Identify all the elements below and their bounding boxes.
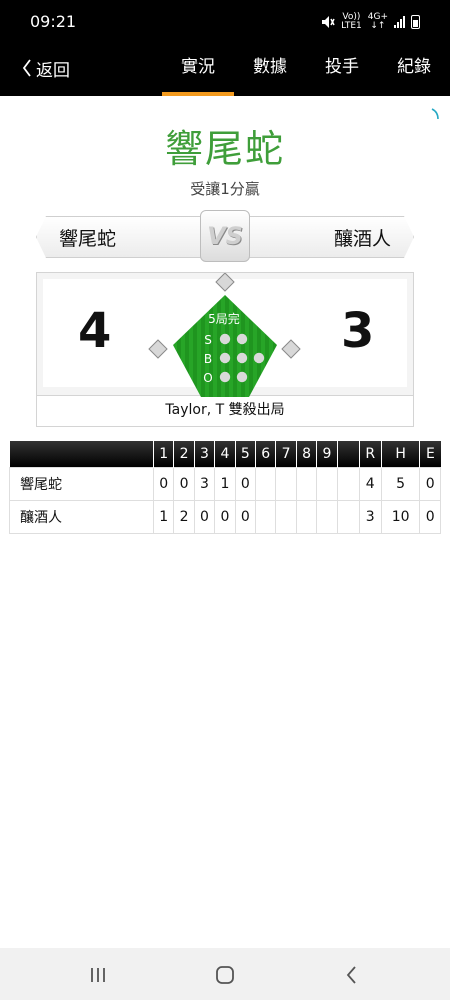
score-cell: [295, 466, 318, 501]
column-header: 1: [152, 441, 174, 467]
score-cell: 0: [214, 499, 236, 534]
team-column-header: [9, 441, 154, 467]
score-cell: 0: [234, 466, 257, 501]
score-cell: 0: [193, 499, 216, 534]
matchup-banner: 響尾蛇 釀酒人 VS: [36, 210, 414, 262]
table-row: 響尾蛇 0 0 3 1 0 4 5 0: [9, 466, 441, 501]
column-header: 9: [316, 441, 338, 467]
line-score-table: 1 2 3 4 5 6 7 8 9 R H E 響尾蛇 0 0 3 1 0 4 …: [9, 441, 441, 534]
hits-cell: 5: [380, 466, 421, 501]
inning-status: 5局完: [208, 311, 240, 326]
score-cell: 0: [173, 466, 195, 501]
score-cell: 0: [152, 466, 175, 501]
score-cell: [316, 466, 338, 501]
score-cell: [295, 499, 318, 534]
vs-badge: VS: [200, 210, 250, 262]
score-cell: 3: [193, 466, 216, 501]
tab-stats[interactable]: 數據: [234, 44, 306, 92]
score-cell: [316, 499, 338, 534]
column-header: 7: [275, 441, 297, 467]
column-header: 2: [173, 441, 195, 467]
top-nav-bar: 返回 實況 數據 投手 紀錄: [0, 44, 450, 96]
score-cell: [255, 466, 277, 501]
strike-indicator: [236, 333, 248, 345]
third-base-icon: [148, 339, 168, 359]
score-cell: 1: [152, 499, 175, 534]
ball-label: B: [204, 352, 212, 366]
battery-icon: [411, 15, 420, 29]
page-title: 響尾蛇: [164, 127, 285, 171]
errors-cell: 0: [419, 499, 441, 534]
out-indicator: [219, 371, 231, 383]
first-base-icon: [281, 339, 301, 359]
team-name-cell: 響尾蛇: [9, 466, 154, 501]
runs-cell: 4: [358, 466, 382, 501]
column-header: 6: [255, 441, 276, 467]
table-row: 釀酒人 1 2 0 0 0 3 10 0: [9, 499, 441, 534]
status-time: 09:21: [30, 12, 77, 31]
tab-pitchers[interactable]: 投手: [306, 44, 378, 92]
back-icon[interactable]: [340, 964, 364, 986]
score-cell: [255, 499, 277, 534]
volte-indicator: Vo)) LTE1: [341, 12, 362, 31]
strike-indicator: [219, 333, 231, 345]
score-cell: [336, 466, 360, 501]
score-cell: [336, 499, 360, 534]
score-cell: 2: [173, 499, 195, 534]
handicap-result: 受讓1分贏: [190, 180, 260, 198]
back-button[interactable]: 返回: [22, 44, 70, 92]
column-header: 8: [295, 441, 317, 467]
table-header-row: 1 2 3 4 5 6 7 8 9 R H E: [9, 441, 441, 467]
ball-indicator: [219, 352, 231, 364]
errors-cell: 0: [419, 466, 441, 501]
strike-label: S: [204, 333, 212, 347]
status-bar: 09:21 Vo)) LTE1 4G+ ↓↑: [0, 0, 450, 44]
runs-cell: 3: [358, 499, 382, 534]
back-label: 返回: [36, 60, 70, 81]
column-header: 4: [214, 441, 236, 467]
column-header: H: [380, 441, 420, 467]
team-name-cell: 釀酒人: [9, 499, 154, 534]
column-header: [336, 441, 360, 467]
out-indicator: [236, 371, 248, 383]
ball-indicator: [236, 352, 248, 364]
tab-live[interactable]: 實況: [162, 44, 234, 96]
column-header: E: [419, 441, 441, 467]
column-header: R: [358, 441, 382, 467]
recent-apps-icon[interactable]: [86, 964, 110, 986]
system-nav-bar: [0, 948, 450, 1000]
tab-records[interactable]: 紀錄: [378, 44, 450, 92]
network-indicator: 4G+ ↓↑: [367, 12, 388, 31]
scoreboard: 4 3 5局完 S B O: [36, 272, 414, 397]
chevron-left-icon: [22, 59, 31, 77]
score-cell: [275, 499, 297, 534]
home-team-name: 釀酒人: [242, 216, 414, 258]
mute-icon: [322, 16, 335, 28]
status-icons: Vo)) LTE1 4G+ ↓↑: [321, 13, 420, 31]
score-cell: [275, 466, 297, 501]
signal-icon: [394, 16, 405, 28]
score-cell: 1: [214, 466, 236, 501]
hits-cell: 10: [380, 499, 421, 534]
column-header: 3: [193, 441, 215, 467]
column-header: 5: [234, 441, 256, 467]
baseball-diamond: 5局完 S B O: [148, 273, 301, 397]
home-icon[interactable]: [213, 964, 237, 986]
last-play-text: Taylor, T 雙殺出局: [36, 395, 414, 427]
ball-indicator: [253, 352, 265, 364]
second-base-icon: [215, 273, 235, 292]
out-label: O: [203, 371, 212, 385]
away-team-name: 響尾蛇: [36, 216, 208, 258]
score-cell: 0: [234, 499, 257, 534]
